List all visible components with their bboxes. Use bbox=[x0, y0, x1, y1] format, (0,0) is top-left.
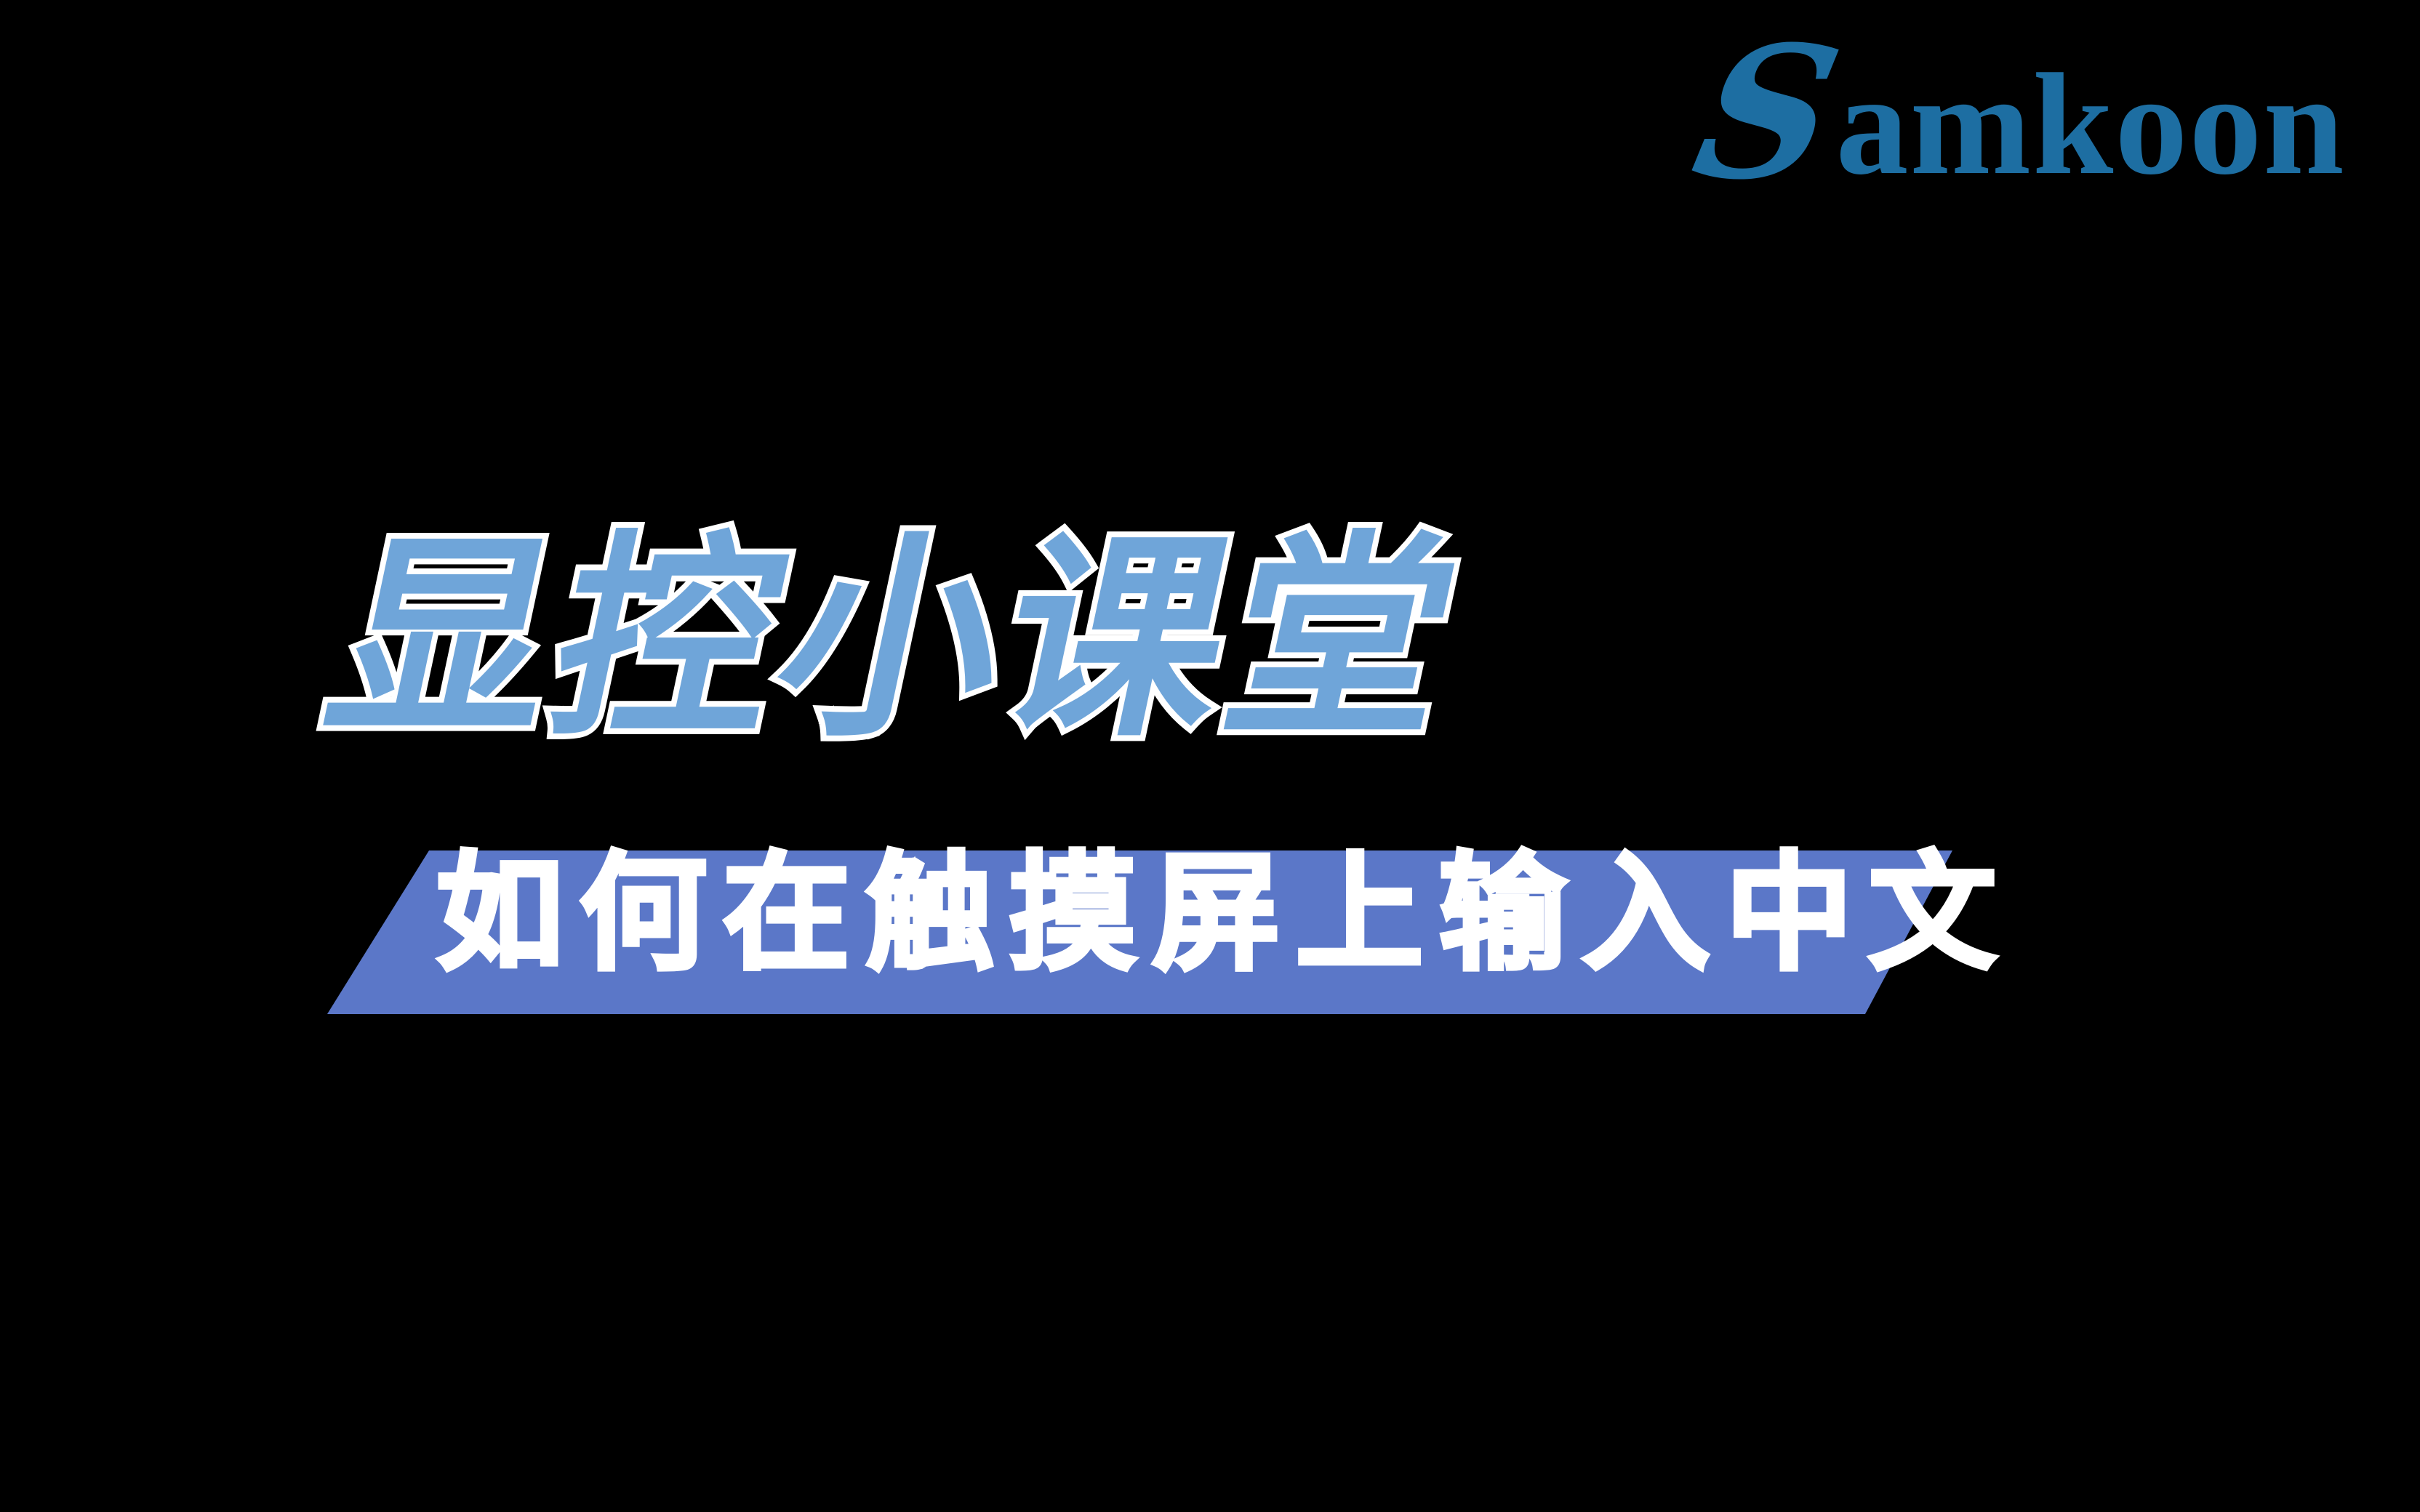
subtitle-ribbon: 如何在触摸屏上输入中文 bbox=[327, 848, 1998, 1014]
brand-logo-wordmark: amkoon bbox=[1835, 44, 2346, 205]
brand-logo: S amkoon bbox=[1679, 6, 2346, 220]
subtitle: 如何在触摸屏上输入中文 bbox=[434, 840, 2012, 988]
title-card: S amkoon 显控小课堂 如何在触摸屏上输入中文 bbox=[0, 0, 2420, 1512]
page-title: 显控小课堂 bbox=[303, 507, 1489, 772]
brand-logo-initial: S bbox=[1678, 6, 1856, 220]
